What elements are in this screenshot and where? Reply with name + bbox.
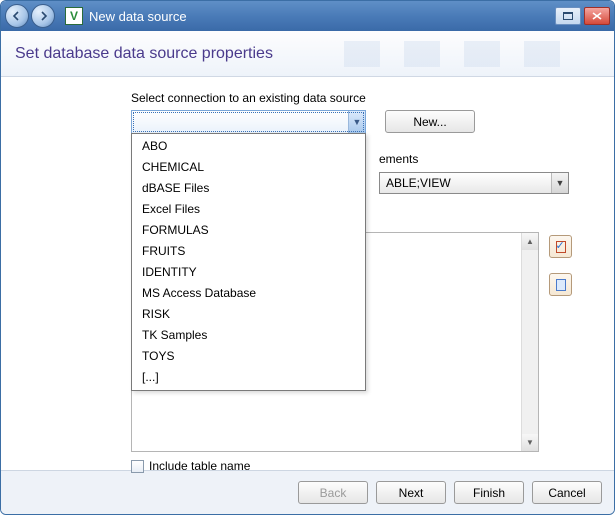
window-controls <box>555 7 610 25</box>
include-table-name-row: Include table name <box>131 459 250 473</box>
connection-combobox-text <box>132 111 348 133</box>
save-fields-button[interactable] <box>549 273 572 296</box>
app-icon: V <box>65 7 83 25</box>
nav-forward-button[interactable] <box>31 4 55 28</box>
select-connection-label: Select connection to an existing data so… <box>131 91 366 105</box>
elements-combobox[interactable]: ABLE;VIEW ▼ <box>379 172 569 194</box>
next-button[interactable]: Next <box>376 481 446 504</box>
chevron-down-icon: ▼ <box>551 173 568 193</box>
connection-dropdown-item[interactable]: Excel Files <box>132 199 365 220</box>
connection-dropdown-item[interactable]: RISK <box>132 304 365 325</box>
connection-dropdown-item[interactable]: TK Samples <box>132 325 365 346</box>
back-button[interactable]: Back <box>298 481 368 504</box>
maximize-button[interactable] <box>555 7 581 25</box>
dialog-window: V New data source Set database data sour… <box>0 0 615 515</box>
wizard-button-bar: Back Next Finish Cancel <box>1 470 614 514</box>
checkbox-check-icon <box>556 241 566 253</box>
connection-dropdown-item[interactable]: FRUITS <box>132 241 365 262</box>
scrollbar[interactable]: ▲ ▼ <box>521 233 538 451</box>
cancel-button[interactable]: Cancel <box>532 481 602 504</box>
include-table-name-label: Include table name <box>149 459 250 473</box>
connection-dropdown-item[interactable]: CHEMICAL <box>132 157 365 178</box>
connection-combobox[interactable]: ▼ <box>131 110 366 134</box>
nav-back-button[interactable] <box>5 4 29 28</box>
connection-dropdown-item[interactable]: dBASE Files <box>132 178 365 199</box>
new-connection-button[interactable]: New... <box>385 110 475 133</box>
titlebar: V New data source <box>1 1 614 31</box>
page-title: Set database data source properties <box>15 45 273 63</box>
window-title: New data source <box>89 9 555 24</box>
connection-dropdown-item[interactable]: IDENTITY <box>132 262 365 283</box>
connection-dropdown-item[interactable]: ABO <box>132 136 365 157</box>
elements-label-partial: ements <box>379 152 418 166</box>
include-table-name-checkbox[interactable] <box>131 460 144 473</box>
finish-button[interactable]: Finish <box>454 481 524 504</box>
connection-dropdown-item[interactable]: FORMULAS <box>132 220 365 241</box>
scroll-down-button[interactable]: ▼ <box>522 434 538 451</box>
page-header: Set database data source properties <box>1 31 614 77</box>
check-fields-button[interactable] <box>549 235 572 258</box>
close-button[interactable] <box>584 7 610 25</box>
connection-dropdown-list[interactable]: ABOCHEMICALdBASE FilesExcel FilesFORMULA… <box>131 133 366 391</box>
scroll-up-button[interactable]: ▲ <box>522 233 538 250</box>
chevron-down-icon: ▼ <box>348 111 365 133</box>
connection-dropdown-item[interactable]: TOYS <box>132 346 365 367</box>
save-icon <box>556 279 566 291</box>
connection-dropdown-item[interactable]: [...] <box>132 367 365 388</box>
content-area: Select connection to an existing data so… <box>1 77 614 470</box>
elements-combobox-text: ABLE;VIEW <box>380 173 551 193</box>
connection-dropdown-item[interactable]: MS Access Database <box>132 283 365 304</box>
